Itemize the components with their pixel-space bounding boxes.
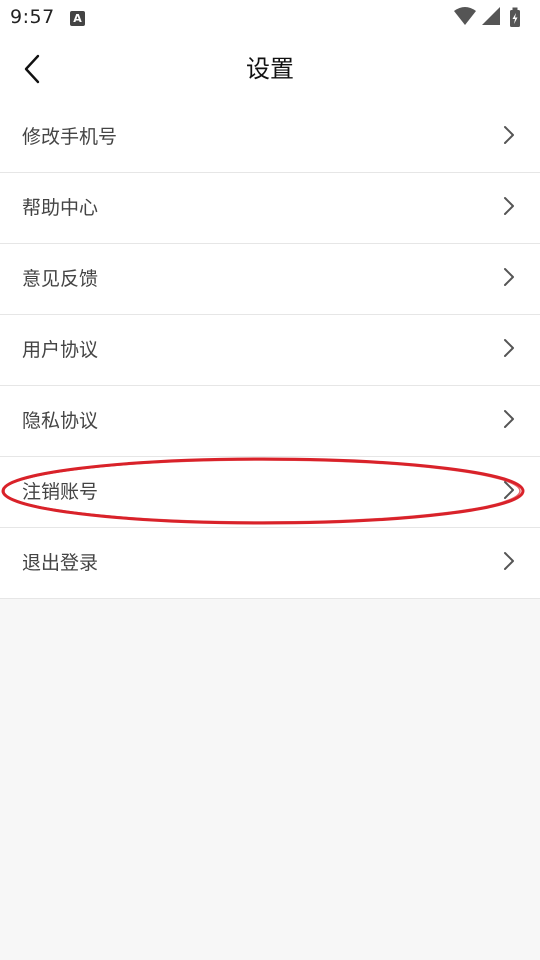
status-time: 9:57 bbox=[10, 6, 55, 28]
settings-item-user-agreement[interactable]: 用户协议 bbox=[0, 315, 540, 386]
cellular-signal-icon bbox=[482, 7, 500, 25]
settings-item-logout[interactable]: 退出登录 bbox=[0, 528, 540, 599]
settings-item-label: 注销账号 bbox=[22, 481, 99, 503]
chevron-right-icon bbox=[504, 339, 514, 357]
settings-item-privacy-agreement[interactable]: 隐私协议 bbox=[0, 386, 540, 457]
settings-item-label: 修改手机号 bbox=[22, 126, 118, 148]
chevron-right-icon bbox=[504, 410, 514, 428]
chevron-right-icon bbox=[504, 268, 514, 286]
settings-item-label: 用户协议 bbox=[22, 339, 99, 361]
settings-item-label: 帮助中心 bbox=[22, 197, 99, 219]
settings-item-label: 隐私协议 bbox=[22, 410, 99, 432]
settings-item-label: 退出登录 bbox=[22, 552, 99, 574]
notification-icon-letter: A bbox=[73, 12, 82, 25]
page-title: 设置 bbox=[246, 55, 294, 83]
settings-item-delete-account[interactable]: 注销账号 bbox=[0, 457, 540, 528]
wifi-icon bbox=[454, 7, 476, 25]
settings-item-label: 意见反馈 bbox=[22, 268, 99, 290]
chevron-right-icon bbox=[504, 481, 514, 499]
status-icons bbox=[454, 7, 530, 29]
navigation-bar: 设置 bbox=[0, 36, 540, 102]
settings-item-change-phone[interactable]: 修改手机号 bbox=[0, 102, 540, 173]
settings-item-help-center[interactable]: 帮助中心 bbox=[0, 173, 540, 244]
chevron-right-icon bbox=[504, 552, 514, 570]
settings-screen: 9:57 A 设置 修改手机号 帮助中心 意见反馈 用户协议 隐私协议 注销账号… bbox=[0, 0, 540, 960]
status-bar: 9:57 A bbox=[0, 0, 540, 36]
chevron-right-icon bbox=[504, 126, 514, 144]
settings-item-feedback[interactable]: 意见反馈 bbox=[0, 244, 540, 315]
notification-icon: A bbox=[70, 11, 85, 26]
settings-list: 修改手机号 帮助中心 意见反馈 用户协议 隐私协议 注销账号 退出登录 bbox=[0, 102, 540, 599]
battery-charging-icon bbox=[510, 7, 520, 27]
chevron-right-icon bbox=[504, 197, 514, 215]
